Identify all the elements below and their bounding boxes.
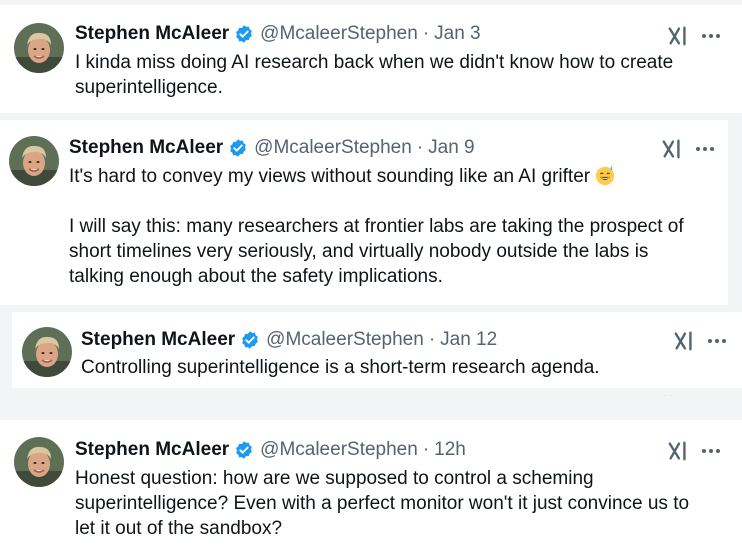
more-options-icon[interactable] xyxy=(694,145,716,153)
author-handle[interactable]: @McaleerStephen xyxy=(260,438,418,462)
separator-dot: · xyxy=(422,23,430,44)
grok-icon[interactable] xyxy=(673,330,695,352)
more-options-icon[interactable] xyxy=(700,32,722,40)
verified-badge-icon xyxy=(236,441,252,459)
tweet-text: I kinda miss doing AI research back when… xyxy=(75,50,725,100)
author-handle[interactable]: @McaleerStephen xyxy=(254,136,412,160)
tweet-text-sentence: It's hard to convey my views without sou… xyxy=(69,166,591,187)
tweet-text-line: Controlling superintelligence is a short… xyxy=(81,357,600,378)
avatar[interactable] xyxy=(22,327,72,377)
avatar[interactable] xyxy=(14,23,64,73)
avatar[interactable] xyxy=(9,136,59,186)
verified-badge-icon xyxy=(236,25,252,43)
author-name[interactable]: Stephen McAleer xyxy=(69,136,223,160)
tweet-card-3[interactable]: Stephen McAleer @McaleerStephen · Jan 12… xyxy=(12,312,742,388)
tweet-card-2[interactable]: Stephen McAleer @McaleerStephen · Jan 9 … xyxy=(0,120,728,305)
tweet-text-line: let it out of the sandbox? xyxy=(75,518,283,539)
tweet-text-line: superintelligence. xyxy=(75,77,223,98)
more-options-icon[interactable] xyxy=(700,447,722,455)
tweet-text: Honest question: how are we supposed to … xyxy=(75,466,725,541)
tweet-date[interactable]: Jan 3 xyxy=(434,22,480,46)
tweet-text-line: It's hard to convey my views without sou… xyxy=(69,164,719,189)
tweet-date[interactable]: Jan 12 xyxy=(440,328,497,352)
tweet-header: Stephen McAleer @McaleerStephen · 12h xyxy=(75,438,466,462)
separator-dot: · xyxy=(428,329,436,350)
tweet-text-line: short timelines very seriously, and virt… xyxy=(69,241,649,262)
tweet-text-line: superintelligence? Even with a perfect m… xyxy=(75,493,690,514)
grinning-face-with-sweat-emoji xyxy=(595,165,615,186)
tweet-header: Stephen McAleer @McaleerStephen · Jan 9 xyxy=(69,136,475,160)
tweet-header: Stephen McAleer @McaleerStephen · Jan 12 xyxy=(81,328,497,352)
tweet-date[interactable]: Jan 9 xyxy=(428,136,474,160)
verified-badge-icon xyxy=(242,331,258,349)
tweet-card-1[interactable]: Stephen McAleer @McaleerStephen · Jan 3 … xyxy=(0,5,742,113)
separator-dot: · xyxy=(422,439,430,460)
avatar[interactable] xyxy=(14,437,64,487)
grok-icon[interactable] xyxy=(667,440,689,462)
tweet-text-line: Honest question: how are we supposed to … xyxy=(75,468,594,489)
tweet-card-4[interactable]: Stephen McAleer @McaleerStephen · 12h Ho… xyxy=(0,420,742,549)
tweet-text-line: I kinda miss doing AI research back when… xyxy=(75,52,674,73)
tweet-header: Stephen McAleer @McaleerStephen · Jan 3 xyxy=(75,22,481,46)
grok-icon[interactable] xyxy=(667,25,689,47)
verified-badge-icon xyxy=(230,139,246,157)
grok-icon[interactable] xyxy=(661,138,683,160)
more-options-icon[interactable] xyxy=(706,337,728,345)
author-handle[interactable]: @McaleerStephen xyxy=(260,22,418,46)
separator-dot: · xyxy=(416,137,424,158)
tweet-text: It's hard to convey my views without sou… xyxy=(69,164,719,289)
tweet-text-line: I will say this: many researchers at fro… xyxy=(69,216,684,237)
tweet-text-line: talking enough about the safety implicat… xyxy=(69,266,443,287)
tweet-text: Controlling superintelligence is a short… xyxy=(81,355,721,380)
author-name[interactable]: Stephen McAleer xyxy=(81,328,235,352)
tweet-date[interactable]: 12h xyxy=(434,438,466,462)
author-name[interactable]: Stephen McAleer xyxy=(75,22,229,46)
author-name[interactable]: Stephen McAleer xyxy=(75,438,229,462)
author-handle[interactable]: @McaleerStephen xyxy=(266,328,424,352)
faint-artifact: ˙ ˙ xyxy=(664,394,673,404)
